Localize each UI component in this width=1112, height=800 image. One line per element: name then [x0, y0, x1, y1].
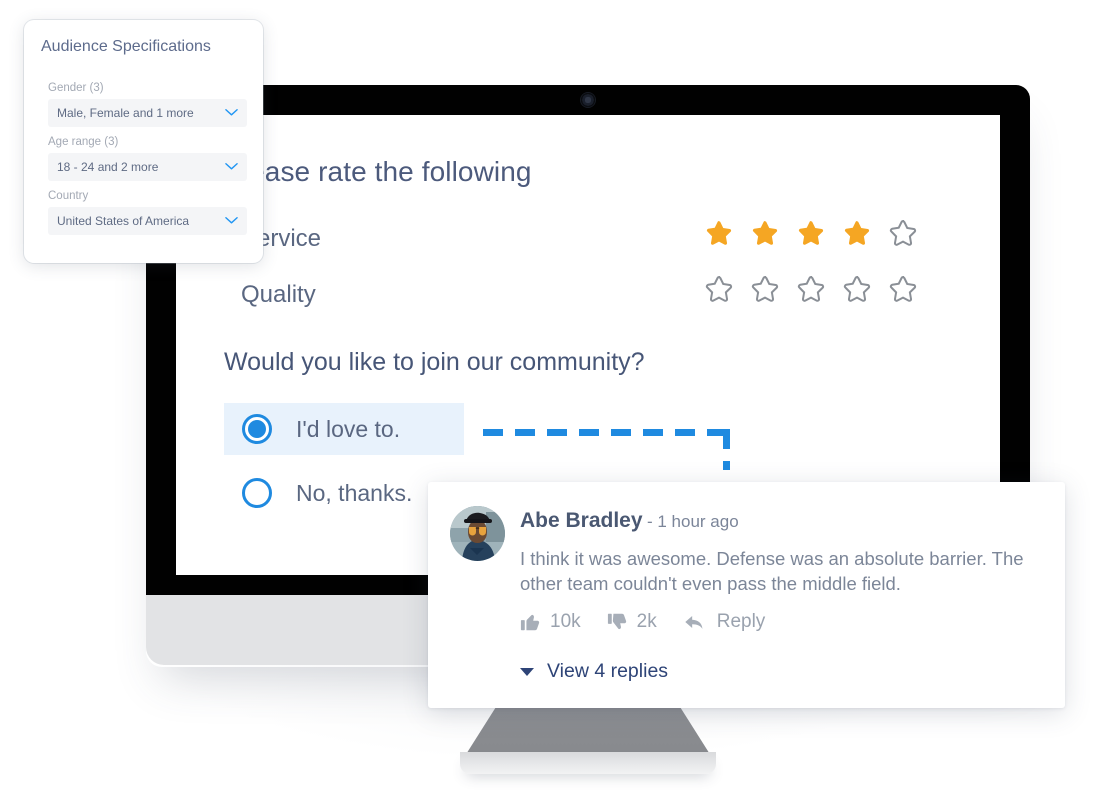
comment-actions: 10k 2k Reply — [520, 611, 791, 633]
reply-label: Reply — [716, 611, 766, 632]
select-value: Male, Female and 1 more — [57, 106, 194, 120]
chevron-down-icon[interactable] — [225, 162, 238, 171]
view-replies-button[interactable]: View 4 replies — [520, 660, 668, 683]
star-icon-empty[interactable] — [888, 275, 918, 305]
chevron-down-icon[interactable] — [225, 108, 238, 117]
field-country: Country United States of America — [48, 190, 247, 235]
thumbs-down-icon[interactable] — [607, 611, 629, 633]
dashed-connector-vertical — [723, 429, 730, 470]
reply-action[interactable]: Reply — [683, 611, 766, 633]
chevron-down-icon — [520, 667, 534, 676]
comment-body: I think it was awesome. Defense was an a… — [520, 548, 1024, 594]
gender-select[interactable]: Male, Female and 1 more — [48, 99, 247, 127]
star-icon-filled[interactable] — [704, 219, 734, 249]
radio-option-label: No, thanks. — [296, 479, 413, 506]
like-count: 10k — [550, 611, 581, 632]
dashed-connector-horizontal — [483, 429, 730, 436]
question-community: Would you like to join our community? — [224, 348, 645, 376]
star-icon-empty[interactable] — [704, 275, 734, 305]
radio-button-unselected[interactable] — [242, 478, 272, 508]
age-range-select[interactable]: 18 - 24 and 2 more — [48, 153, 247, 181]
star-icon-empty[interactable] — [888, 219, 918, 249]
comment-header: Abe Bradley - 1 hour ago — [520, 509, 739, 533]
page-title: Please rate the following — [224, 156, 532, 187]
radio-option-yes[interactable]: I'd love to. — [224, 403, 464, 455]
star-icon-empty[interactable] — [796, 275, 826, 305]
avatar — [450, 506, 505, 561]
star-rating-service[interactable] — [704, 219, 918, 249]
field-label: Country — [48, 190, 89, 202]
select-value: United States of America — [57, 214, 190, 228]
radio-button-selected[interactable] — [242, 414, 272, 444]
field-gender: Gender (3) Male, Female and 1 more — [48, 82, 247, 127]
rating-label: Quality — [241, 281, 316, 308]
monitor-stand-base — [460, 752, 716, 774]
field-age-range: Age range (3) 18 - 24 and 2 more — [48, 136, 247, 181]
select-value: 18 - 24 and 2 more — [57, 160, 159, 174]
chevron-down-icon[interactable] — [225, 216, 238, 225]
scene-root: Please rate the following Service Qualit… — [0, 0, 1112, 800]
comment-author: Abe Bradley — [520, 509, 643, 532]
dislike-action[interactable]: 2k — [607, 611, 657, 633]
comment-timestamp: - 1 hour ago — [647, 512, 739, 531]
view-replies-label: View 4 replies — [547, 660, 669, 682]
panel-title: Audience Specifications — [41, 38, 211, 55]
rating-row-service: Service — [224, 219, 964, 265]
like-action[interactable]: 10k — [520, 611, 581, 633]
star-icon-filled[interactable] — [796, 219, 826, 249]
comment-card: Abe Bradley - 1 hour ago I think it was … — [428, 482, 1065, 708]
audience-specifications-panel: Audience Specifications Gender (3) Male,… — [24, 20, 263, 263]
star-icon-empty[interactable] — [750, 275, 780, 305]
field-label: Gender (3) — [48, 82, 104, 94]
star-icon-empty[interactable] — [842, 275, 872, 305]
star-icon-filled[interactable] — [750, 219, 780, 249]
star-rating-quality[interactable] — [704, 275, 918, 305]
country-select[interactable]: United States of America — [48, 207, 247, 235]
rating-row-quality: Quality — [224, 275, 964, 321]
star-icon-filled[interactable] — [842, 219, 872, 249]
webcam-icon — [581, 93, 595, 107]
radio-option-label: I'd love to. — [296, 415, 401, 442]
avatar-photo-icon — [450, 506, 505, 561]
dislike-count: 2k — [636, 611, 657, 632]
reply-arrow-icon[interactable] — [683, 611, 705, 633]
field-label: Age range (3) — [48, 136, 119, 148]
thumbs-up-icon[interactable] — [520, 611, 542, 633]
